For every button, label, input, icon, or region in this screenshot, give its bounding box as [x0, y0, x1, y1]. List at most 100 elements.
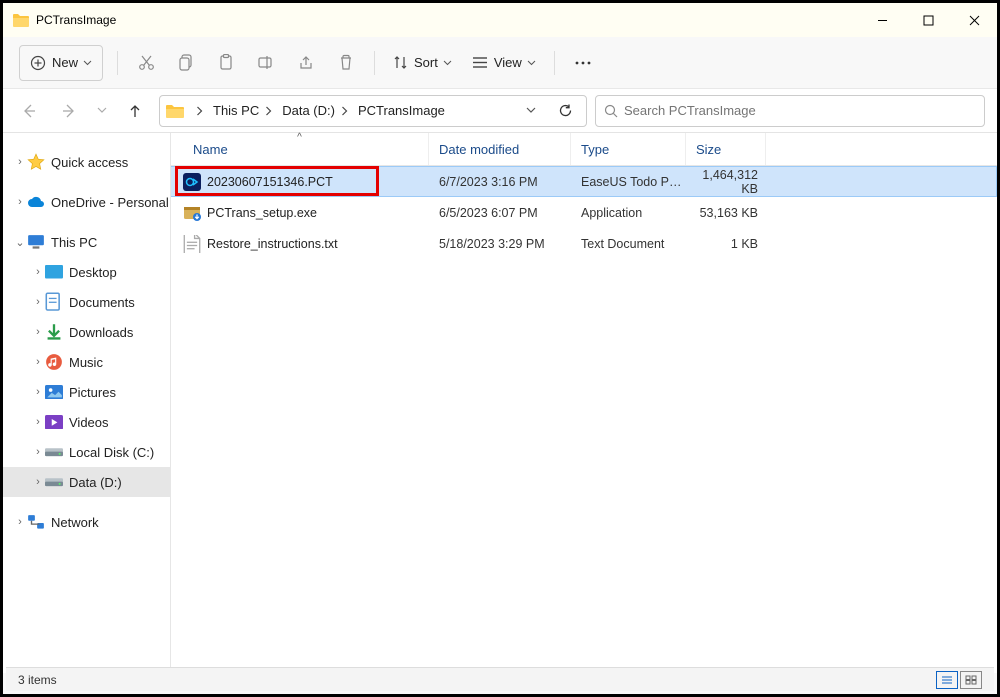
details-view-button[interactable] [936, 671, 958, 689]
downloads-icon [45, 324, 63, 340]
installer-icon [183, 204, 201, 222]
file-name: 20230607151346.PCT [207, 175, 333, 189]
sidebar-item-music[interactable]: › Music [3, 347, 170, 377]
file-size: 1,464,312 KB [686, 168, 766, 196]
file-date: 6/5/2023 6:07 PM [429, 206, 571, 220]
sidebar-item-local-disk-c[interactable]: › Local Disk (C:) [3, 437, 170, 467]
breadcrumb-data-d[interactable]: Data (D:) [280, 103, 356, 118]
sidebar-item-videos[interactable]: › Videos [3, 407, 170, 437]
breadcrumb-chevron[interactable] [188, 106, 211, 116]
network-icon [27, 514, 45, 530]
cut-button[interactable] [126, 45, 166, 81]
share-button[interactable] [286, 45, 326, 81]
file-name: PCTrans_setup.exe [207, 206, 317, 220]
chevron-down-icon: ⌄ [13, 236, 27, 249]
file-type: EaseUS Todo PCTr... [571, 175, 686, 189]
desktop-icon [45, 264, 63, 280]
icons-view-button[interactable] [960, 671, 982, 689]
monitor-icon [27, 234, 45, 250]
column-header-type[interactable]: Type [571, 133, 686, 165]
separator [554, 51, 555, 75]
sidebar-item-documents[interactable]: › Documents [3, 287, 170, 317]
chevron-right-icon: › [31, 386, 45, 398]
window-title: PCTransImage [36, 13, 116, 27]
txt-file-icon [183, 235, 201, 253]
pct-file-icon [183, 173, 201, 191]
separator [117, 51, 118, 75]
new-label: New [52, 55, 78, 70]
search-box[interactable] [595, 95, 985, 127]
delete-button[interactable] [326, 45, 366, 81]
toolbar: New Sort View [3, 37, 997, 89]
sidebar-item-network[interactable]: › Network [3, 507, 170, 537]
sidebar-item-downloads[interactable]: › Downloads [3, 317, 170, 347]
cloud-icon [27, 194, 45, 210]
back-button[interactable] [13, 95, 45, 127]
file-row[interactable]: Restore_instructions.txt 5/18/2023 3:29 … [171, 228, 997, 259]
file-list: Name ^ Date modified Type Size 202306071… [171, 133, 997, 673]
sidebar-item-quick-access[interactable]: › Quick access [3, 147, 170, 177]
copy-button[interactable] [166, 45, 206, 81]
file-size: 53,163 KB [686, 206, 766, 220]
search-input[interactable] [624, 103, 976, 118]
file-row[interactable]: 20230607151346.PCT 6/7/2023 3:16 PM Ease… [171, 166, 997, 197]
videos-icon [45, 414, 63, 430]
recent-locations-button[interactable] [93, 107, 111, 114]
rename-button[interactable] [246, 45, 286, 81]
item-count: 3 items [18, 673, 57, 687]
chevron-right-icon: › [31, 266, 45, 278]
scissors-icon [138, 54, 155, 71]
status-bar: 3 items [6, 667, 994, 691]
sidebar-item-desktop[interactable]: › Desktop [3, 257, 170, 287]
breadcrumb-this-pc[interactable]: This PC [211, 103, 280, 118]
chevron-right-icon: › [13, 156, 27, 168]
chevron-right-icon: › [31, 416, 45, 428]
breadcrumb-current[interactable]: PCTransImage [356, 103, 447, 118]
maximize-button[interactable] [905, 3, 951, 37]
sort-button[interactable]: Sort [383, 45, 462, 81]
rename-icon [258, 55, 275, 70]
more-button[interactable] [563, 45, 603, 81]
sidebar-item-data-d[interactable]: › Data (D:) [3, 467, 170, 497]
new-button[interactable]: New [19, 45, 103, 81]
file-row[interactable]: PCTrans_setup.exe 6/5/2023 6:07 PM Appli… [171, 197, 997, 228]
chevron-right-icon: › [31, 476, 45, 488]
file-size: 1 KB [686, 237, 766, 251]
column-header-size[interactable]: Size [686, 133, 766, 165]
sidebar-item-pictures[interactable]: › Pictures [3, 377, 170, 407]
sidebar-item-this-pc[interactable]: ⌄ This PC [3, 227, 170, 257]
minimize-button[interactable] [859, 3, 905, 37]
folder-icon [13, 13, 29, 27]
chevron-right-icon: › [13, 196, 27, 208]
address-bar[interactable]: This PC Data (D:) PCTransImage [159, 95, 587, 127]
up-button[interactable] [119, 95, 151, 127]
drive-icon [45, 474, 63, 490]
folder-icon [166, 103, 184, 119]
file-date: 5/18/2023 3:29 PM [429, 237, 571, 251]
column-headers: Name ^ Date modified Type Size [171, 133, 997, 166]
forward-button[interactable] [53, 95, 85, 127]
file-type: Text Document [571, 237, 686, 251]
close-button[interactable] [951, 3, 997, 37]
separator [374, 51, 375, 75]
sidebar-item-onedrive[interactable]: › OneDrive - Personal [3, 187, 170, 217]
chevron-right-icon: › [31, 446, 45, 458]
copy-icon [179, 54, 194, 71]
sort-icon [393, 55, 408, 70]
column-header-name[interactable]: Name ^ [171, 133, 429, 165]
paste-button[interactable] [206, 45, 246, 81]
column-header-date[interactable]: Date modified [429, 133, 571, 165]
file-type: Application [571, 206, 686, 220]
clipboard-icon [219, 54, 233, 71]
refresh-button[interactable] [550, 103, 580, 118]
view-label: View [494, 55, 522, 70]
sort-label: Sort [414, 55, 438, 70]
address-dropdown-button[interactable] [522, 107, 540, 114]
main: › Quick access › OneDrive - Personal ⌄ T… [3, 133, 997, 673]
chevron-down-icon [527, 60, 536, 66]
drive-icon [45, 444, 63, 460]
chevron-right-icon: › [31, 356, 45, 368]
view-button[interactable]: View [462, 45, 546, 81]
address-row: This PC Data (D:) PCTransImage [3, 89, 997, 133]
chevron-down-icon [443, 60, 452, 66]
